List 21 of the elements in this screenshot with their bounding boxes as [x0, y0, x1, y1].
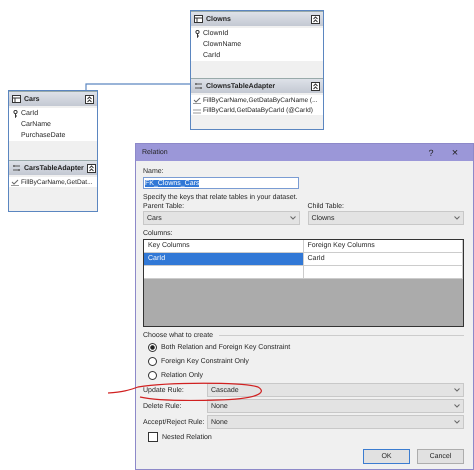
chevron-down-icon: [454, 420, 460, 424]
help-button[interactable]: ?: [419, 148, 443, 158]
checkbox[interactable]: [148, 432, 158, 442]
chevron-down-icon: [454, 404, 460, 408]
collapse-icon[interactable]: [86, 164, 96, 172]
radio-button[interactable]: [148, 370, 157, 380]
close-button[interactable]: ×: [443, 146, 467, 158]
radio-button[interactable]: [148, 342, 157, 352]
chevron-down-icon: [454, 216, 460, 220]
grid-cell[interactable]: [304, 266, 463, 279]
chevron-down-icon: [290, 216, 296, 220]
collapse-icon[interactable]: [311, 14, 320, 24]
chevron-down-icon: [454, 388, 460, 392]
grid-cell[interactable]: [144, 266, 304, 279]
collapse-icon[interactable]: [85, 94, 94, 104]
collapse-icon[interactable]: [311, 82, 320, 90]
table-icon: [12, 95, 21, 103]
adapter-icon: [12, 164, 21, 172]
radio-button[interactable]: [148, 356, 157, 366]
adapter-icon: [194, 82, 203, 90]
table-icon: [194, 15, 203, 23]
